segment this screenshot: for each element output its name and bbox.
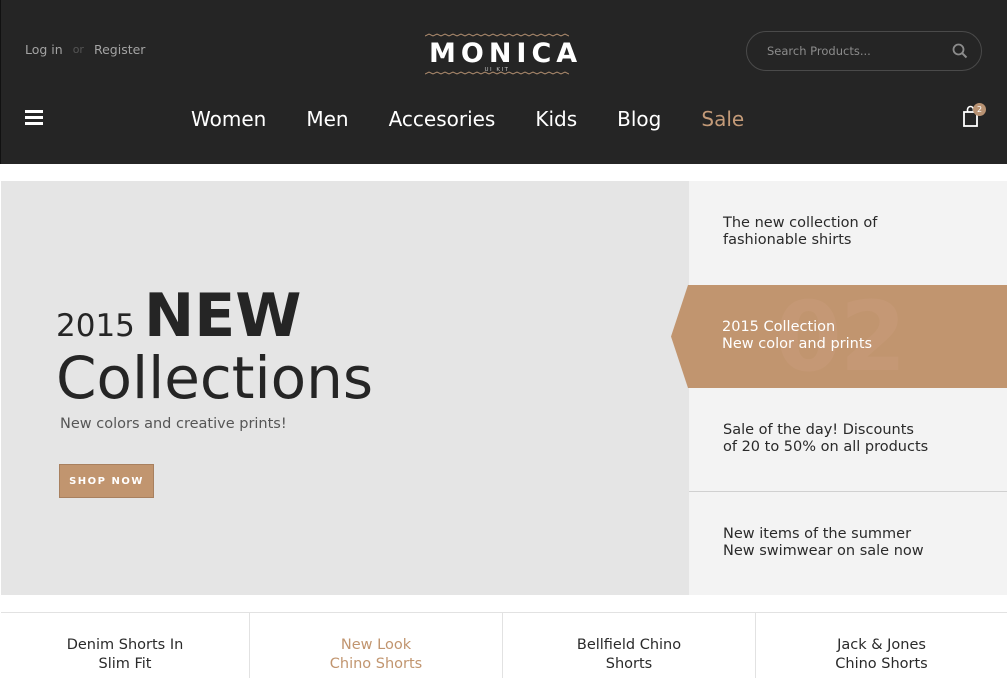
hero-subtitle: New colors and creative prints! xyxy=(60,416,287,432)
logo-title: MONICA xyxy=(429,38,583,69)
page: Log in or Register MONICA UI KIT Search … xyxy=(0,0,1007,678)
register-link[interactable]: Register xyxy=(94,42,145,57)
slider-item-text: New items of the summer New swimwear on … xyxy=(723,526,924,560)
nav-item-men[interactable]: Men xyxy=(306,107,348,131)
product-name-line2: Shorts xyxy=(605,656,653,672)
logo-subtitle: UI KIT xyxy=(484,67,510,73)
slider-item[interactable]: Sale of the day! Discounts of 20 to 50% … xyxy=(689,388,1007,492)
slider-item[interactable]: New items of the summer New swimwear on … xyxy=(689,492,1007,595)
product-tab-denim-shorts[interactable]: Denim Shorts In Slim Fit xyxy=(1,613,250,678)
product-name-line2: Chino Shorts xyxy=(329,656,423,672)
search-input[interactable] xyxy=(767,42,947,60)
login-link[interactable]: Log in xyxy=(25,42,63,57)
hamburger-menu-icon[interactable] xyxy=(25,109,43,125)
main-nav: Women Men Accesories Kids Blog Sale xyxy=(191,102,744,136)
slider-item-line2: New color and prints xyxy=(722,336,873,352)
search-box xyxy=(746,31,982,71)
auth-links: Log in or Register xyxy=(25,42,145,57)
product-name: Denim Shorts In Slim Fit xyxy=(1,636,249,674)
slider-item-line1: The new collection of xyxy=(723,215,878,231)
nav-item-accesories[interactable]: Accesories xyxy=(389,107,496,131)
site-header: Log in or Register MONICA UI KIT Search … xyxy=(0,0,1007,164)
slider-item-line2: of 20 to 50% on all products xyxy=(723,439,929,455)
slider-item-line2: New swimwear on sale now xyxy=(723,543,924,559)
slider-item-line1: New items of the summer xyxy=(723,526,912,542)
slider-item[interactable]: The new collection of fashionable shirts xyxy=(689,181,1007,284)
product-tab-bellfield[interactable]: Bellfield Chino Shorts xyxy=(503,613,756,678)
slider-item-line1: 2015 Collection xyxy=(722,319,836,335)
shop-now-button[interactable]: SHOP NOW xyxy=(59,464,154,498)
hero-year: 2015 xyxy=(56,308,135,344)
slider-item-text: The new collection of fashionable shirts xyxy=(723,215,877,249)
product-name: Jack & Jones Chino Shorts xyxy=(756,636,1007,674)
hero-banner: 2015 NEW Collections New colors and crea… xyxy=(1,181,1007,595)
product-name: New Look Chino Shorts xyxy=(250,636,502,674)
product-name-line2: Slim Fit xyxy=(98,656,152,672)
product-name-line1: Jack & Jones xyxy=(837,637,926,653)
hero-headline-bold: NEW xyxy=(144,281,302,351)
slider-item-text: 2015 Collection New color and prints xyxy=(722,319,872,353)
site-logo[interactable]: MONICA UI KIT xyxy=(425,33,583,79)
cart-count-badge: 2 xyxy=(973,103,986,116)
product-name: Bellfield Chino Shorts xyxy=(503,636,755,674)
nav-item-sale[interactable]: Sale xyxy=(701,107,744,131)
search-icon[interactable] xyxy=(952,43,968,59)
product-tabs: Denim Shorts In Slim Fit New Look Chino … xyxy=(1,612,1007,678)
product-name-line1: New Look xyxy=(340,637,412,653)
auth-separator: or xyxy=(72,43,84,56)
hero-headline-rest: Collections xyxy=(56,344,374,412)
cart-button[interactable]: 2 xyxy=(961,103,987,129)
nav-item-kids[interactable]: Kids xyxy=(535,107,577,131)
nav-item-blog[interactable]: Blog xyxy=(617,107,661,131)
slider-item-active[interactable]: 02 2015 Collection New color and prints xyxy=(671,281,1007,393)
slider-item-text: Sale of the day! Discounts of 20 to 50% … xyxy=(723,422,928,456)
nav-item-women[interactable]: Women xyxy=(191,107,266,131)
slider-item-line1: Sale of the day! Discounts xyxy=(723,422,914,438)
product-name-line2: Chino Shorts xyxy=(835,656,928,672)
product-tab-new-look[interactable]: New Look Chino Shorts xyxy=(250,613,503,678)
product-name-line1: Denim Shorts In xyxy=(66,637,184,653)
product-tab-jack-jones[interactable]: Jack & Jones Chino Shorts xyxy=(756,613,1007,678)
slider-item-line2: fashionable shirts xyxy=(723,232,852,248)
product-name-line1: Bellfield Chino xyxy=(576,637,682,653)
